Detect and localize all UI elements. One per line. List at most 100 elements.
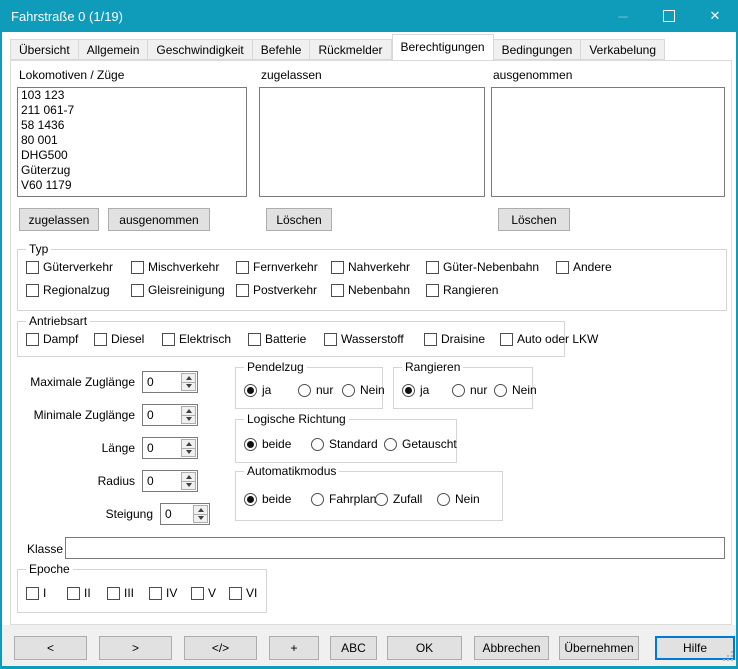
zugelassen-button[interactable]: zugelassen <box>19 208 99 231</box>
radio-automatik-fahrplan[interactable]: Fahrplan <box>311 492 375 506</box>
checkbox-auto-oder-lkw[interactable]: Auto oder LKW <box>500 332 598 346</box>
radio-rangieren-nur[interactable]: nur <box>452 383 494 397</box>
spin-down-button[interactable] <box>193 515 208 524</box>
radio-rangieren-ja[interactable]: ja <box>402 383 452 397</box>
radio-pendelzug-nein[interactable]: Nein <box>342 383 385 397</box>
checkbox-epoche-6[interactable]: VI <box>229 586 257 600</box>
checkbox-epoche-3[interactable]: III <box>107 586 149 600</box>
checkbox-draisine[interactable]: Draisine <box>424 332 500 346</box>
ok-button[interactable]: OK <box>387 636 462 660</box>
zugelassen-listbox[interactable] <box>259 87 485 197</box>
lokomotiven-listbox[interactable]: 103 123 211 061-7 58 1436 80 001 DHG500 … <box>17 87 247 197</box>
spin-down-button[interactable] <box>181 449 196 458</box>
radio-icon <box>298 384 311 397</box>
tab-verkabelung[interactable]: Verkabelung <box>581 39 665 60</box>
tab-befehle[interactable]: Befehle <box>253 39 311 60</box>
window-title: Fahrstraße 0 (1/19) <box>0 9 123 24</box>
uebernehmen-button[interactable]: Übernehmen <box>559 636 639 660</box>
radio-automatik-beide[interactable]: beide <box>244 492 311 506</box>
radio-richtung-standard[interactable]: Standard <box>311 437 384 451</box>
checkbox-icon <box>191 587 204 600</box>
checkbox-mischverkehr[interactable]: Mischverkehr <box>131 260 236 274</box>
code-button[interactable]: </> <box>184 636 257 660</box>
checkbox-elektrisch[interactable]: Elektrisch <box>162 332 248 346</box>
radio-automatik-nein[interactable]: Nein <box>437 492 480 506</box>
checkbox-andere[interactable]: Andere <box>556 260 612 274</box>
prev-button[interactable]: < <box>14 636 87 660</box>
steigung-spinner[interactable]: 0 <box>160 503 210 525</box>
lokomotiven-label: Lokomotiven / Züge <box>19 68 124 82</box>
list-item[interactable]: 58 1436 <box>18 118 246 133</box>
spin-down-button[interactable] <box>181 416 196 425</box>
checkbox-diesel[interactable]: Diesel <box>94 332 162 346</box>
checkbox-regionalzug[interactable]: Regionalzug <box>26 283 131 297</box>
radio-richtung-beide[interactable]: beide <box>244 437 311 451</box>
checkbox-fernverkehr[interactable]: Fernverkehr <box>236 260 331 274</box>
checkbox-epoche-5[interactable]: V <box>191 586 229 600</box>
minimize-icon[interactable]: ─ <box>600 0 646 32</box>
tab-geschwindigkeit[interactable]: Geschwindigkeit <box>148 39 252 60</box>
checkbox-dampf[interactable]: Dampf <box>26 332 94 346</box>
resize-grip-icon[interactable] <box>731 659 733 661</box>
ausgenommen-listbox[interactable] <box>491 87 725 197</box>
list-item[interactable]: 211 061-7 <box>18 103 246 118</box>
radio-richtung-getauscht[interactable]: Getauscht <box>384 437 457 451</box>
checkbox-nebenbahn[interactable]: Nebenbahn <box>331 283 426 297</box>
hilfe-button[interactable]: Hilfe <box>655 636 735 660</box>
loeschen-ausgenommen-button[interactable]: Löschen <box>498 208 570 231</box>
abc-button[interactable]: ABC <box>330 636 377 660</box>
abbrechen-button[interactable]: Abbrechen <box>474 636 549 660</box>
checkbox-gueterverkehr[interactable]: Güterverkehr <box>26 260 131 274</box>
list-item[interactable]: 80 001 <box>18 133 246 148</box>
radio-pendelzug-nur[interactable]: nur <box>298 383 342 397</box>
checkbox-gueter-nebenbahn[interactable]: Güter-Nebenbahn <box>426 260 556 274</box>
max-zuglaenge-spinner[interactable]: 0 <box>142 371 198 393</box>
close-icon[interactable]: ✕ <box>692 0 738 32</box>
laenge-spinner[interactable]: 0 <box>142 437 198 459</box>
checkbox-batterie[interactable]: Batterie <box>248 332 324 346</box>
spin-up-button[interactable] <box>181 439 196 449</box>
radio-automatik-zufall[interactable]: Zufall <box>375 492 437 506</box>
automatikmodus-group-label: Automatikmodus <box>244 464 339 478</box>
list-item[interactable]: Güterzug <box>18 163 246 178</box>
spin-up-button[interactable] <box>181 406 196 416</box>
tab-uebersicht[interactable]: Übersicht <box>10 39 79 60</box>
checkbox-rangieren-typ[interactable]: Rangieren <box>426 283 498 297</box>
tab-bedingungen[interactable]: Bedingungen <box>494 39 582 60</box>
checkbox-icon <box>426 261 439 274</box>
list-item[interactable]: DHG500 <box>18 148 246 163</box>
checkbox-wasserstoff[interactable]: Wasserstoff <box>324 332 424 346</box>
pendelzug-group-label: Pendelzug <box>244 360 307 374</box>
spin-up-button[interactable] <box>181 373 196 383</box>
loeschen-zugelassen-button[interactable]: Löschen <box>266 208 332 231</box>
tab-berechtigungen[interactable]: Berechtigungen <box>392 34 494 60</box>
checkbox-epoche-1[interactable]: I <box>26 586 67 600</box>
spin-up-button[interactable] <box>193 505 208 515</box>
spin-down-button[interactable] <box>181 482 196 491</box>
checkbox-epoche-2[interactable]: II <box>67 586 107 600</box>
radio-pendelzug-ja[interactable]: ja <box>244 383 298 397</box>
maximize-icon[interactable] <box>646 0 692 32</box>
next-button[interactable]: > <box>99 636 172 660</box>
logische-richtung-group-label: Logische Richtung <box>244 412 349 426</box>
radio-icon <box>311 438 324 451</box>
tab-rueckmelder[interactable]: Rückmelder <box>310 39 391 60</box>
checkbox-gleisreinigung[interactable]: Gleisreinigung <box>131 283 236 297</box>
spin-down-button[interactable] <box>181 383 196 392</box>
checkbox-postverkehr[interactable]: Postverkehr <box>236 283 331 297</box>
checkbox-epoche-4[interactable]: IV <box>149 586 191 600</box>
list-item[interactable]: V60 1179 <box>18 178 246 193</box>
spin-up-button[interactable] <box>181 472 196 482</box>
ausgenommen-button[interactable]: ausgenommen <box>108 208 210 231</box>
radius-spinner[interactable]: 0 <box>142 470 198 492</box>
radio-rangieren-nein[interactable]: Nein <box>494 383 537 397</box>
klasse-input[interactable] <box>65 537 725 559</box>
add-button[interactable]: + <box>269 636 319 660</box>
min-zuglaenge-spinner[interactable]: 0 <box>142 404 198 426</box>
checkbox-icon <box>236 284 249 297</box>
min-zuglaenge-row: Minimale Zuglänge 0 <box>17 404 237 426</box>
checkbox-nahverkehr[interactable]: Nahverkehr <box>331 260 426 274</box>
list-item[interactable]: 103 123 <box>18 88 246 103</box>
antriebsart-row: Dampf Diesel Elektrisch Batterie Wassers… <box>26 332 560 346</box>
tab-allgemein[interactable]: Allgemein <box>79 39 149 60</box>
